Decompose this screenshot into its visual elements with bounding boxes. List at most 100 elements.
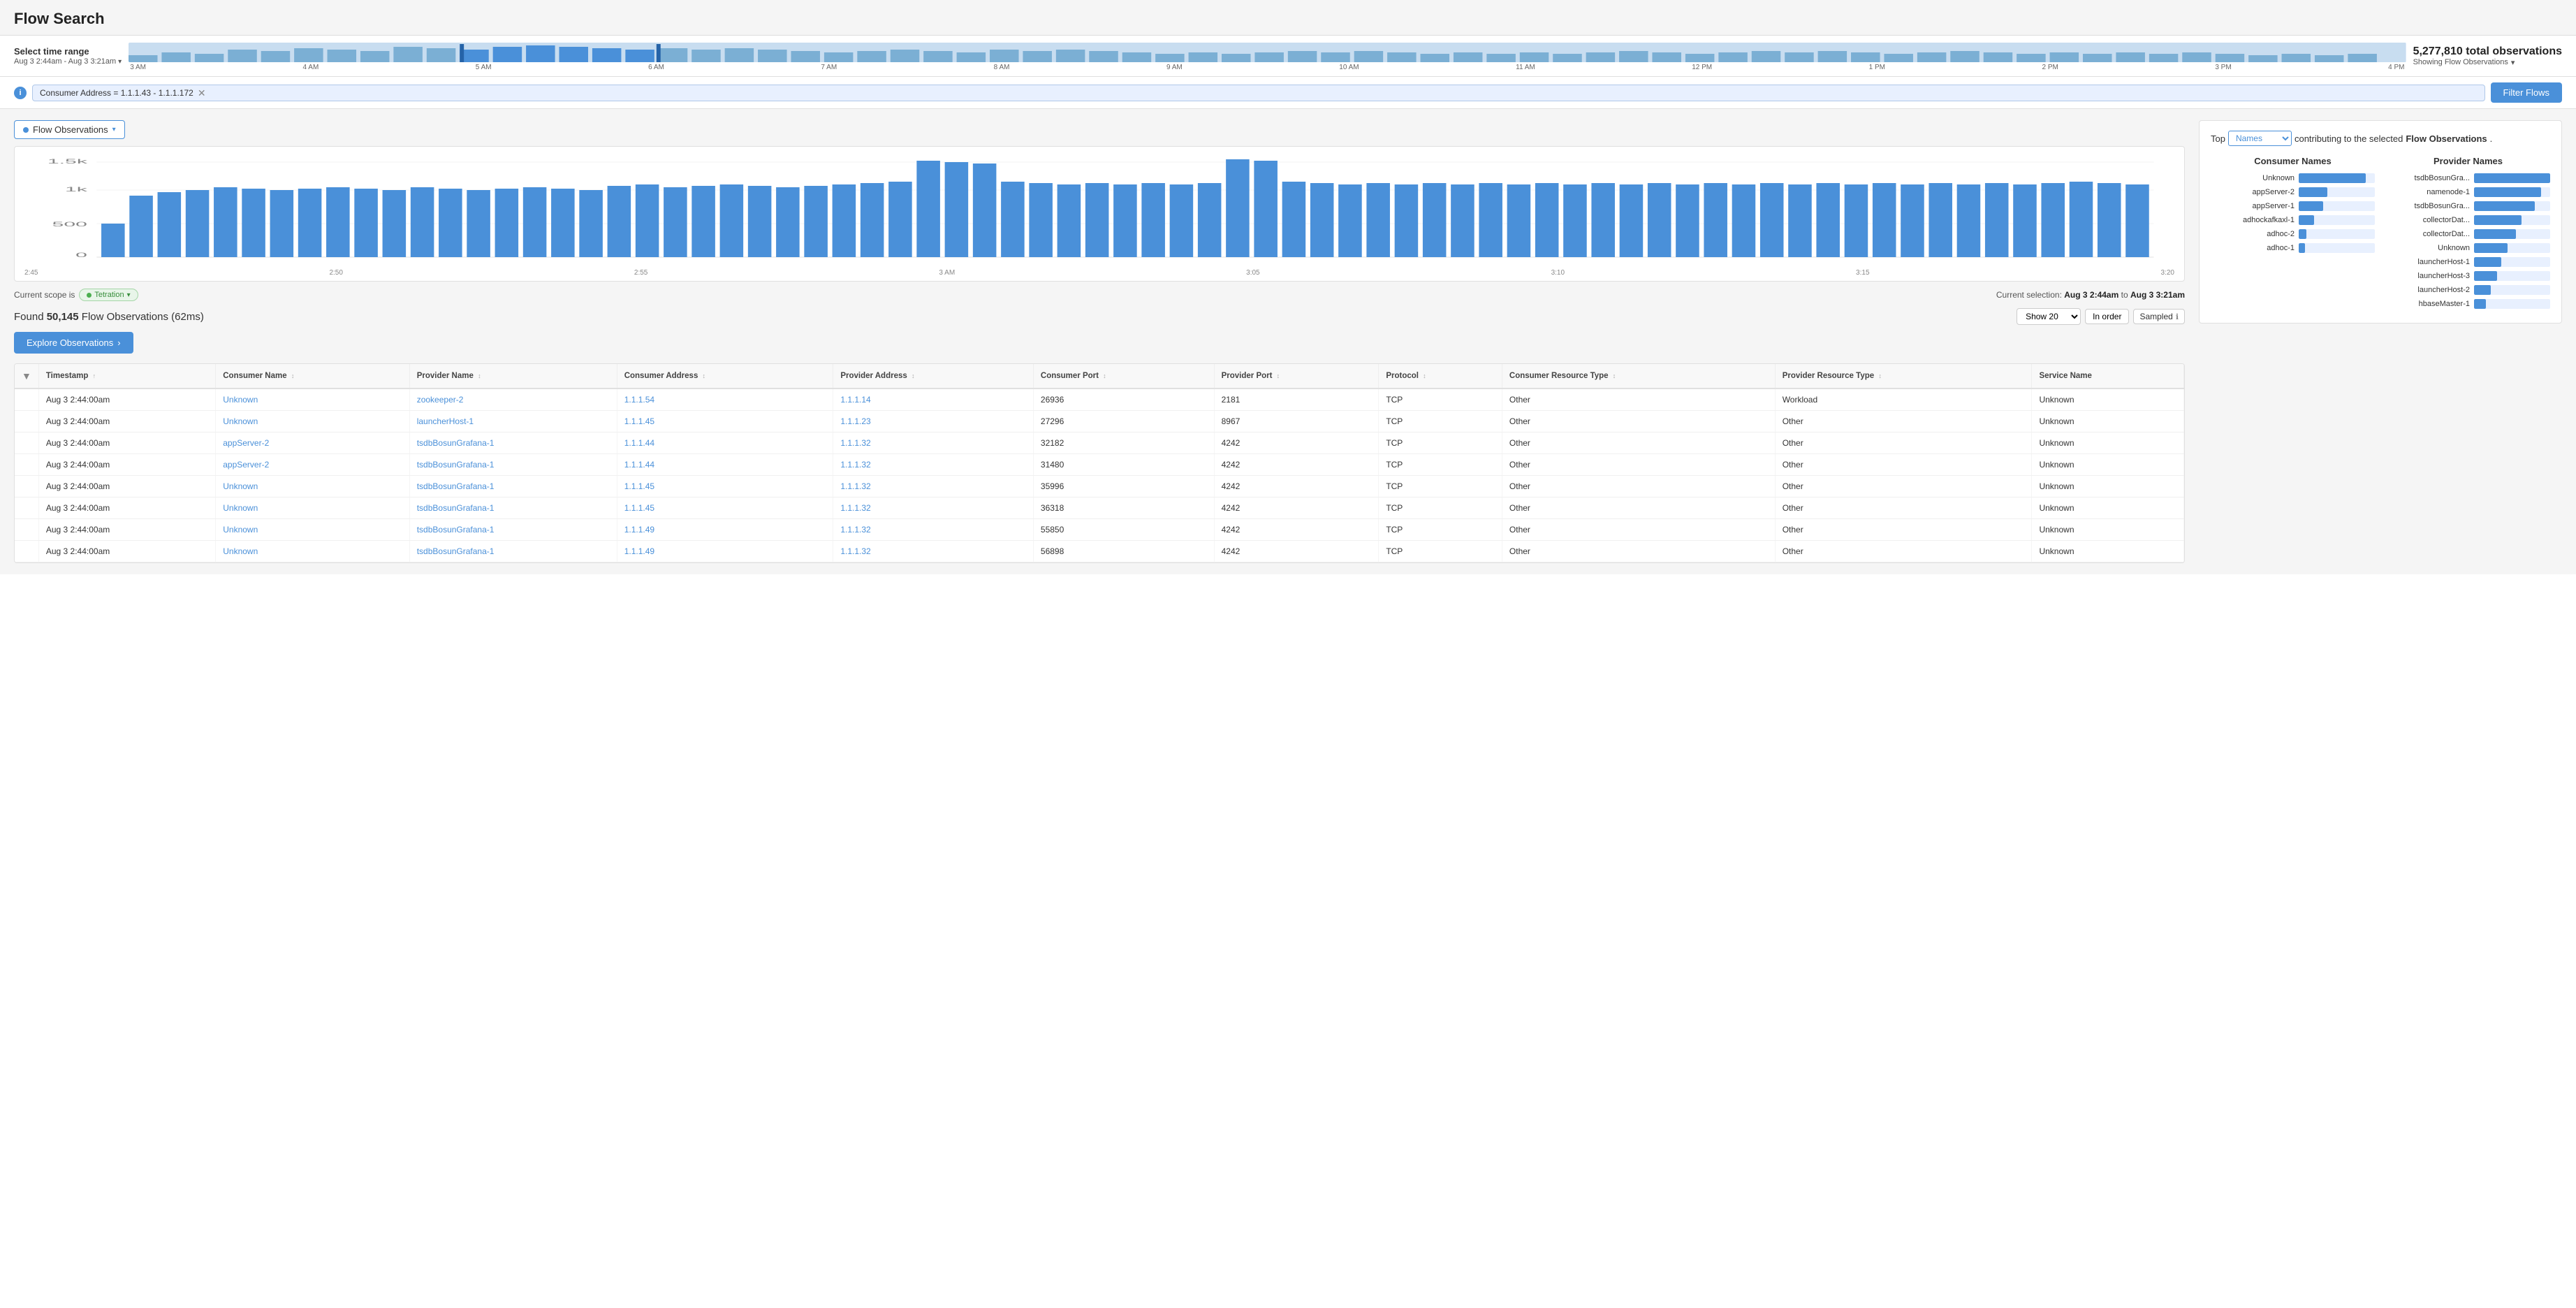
provider-address-cell[interactable]: 1.1.1.32: [833, 433, 1034, 454]
protocol-cell: TCP: [1379, 454, 1502, 476]
col-timestamp[interactable]: Timestamp ↑: [38, 364, 215, 388]
timestamp-cell: Aug 3 2:44:00am: [38, 433, 215, 454]
col-provider-address[interactable]: Provider Address ↕: [833, 364, 1034, 388]
provider-names-col: Provider Names tsdbBosunGra... namenode-…: [2386, 156, 2550, 313]
provider-name-cell[interactable]: launcherHost-1: [409, 411, 617, 433]
col-consumer-port[interactable]: Consumer Port ↕: [1033, 364, 1214, 388]
provider-address-cell[interactable]: 1.1.1.14: [833, 388, 1034, 411]
consumer-address-cell[interactable]: 1.1.1.45: [617, 411, 833, 433]
consumer-address-cell[interactable]: 1.1.1.54: [617, 388, 833, 411]
provider-address-cell[interactable]: 1.1.1.32: [833, 476, 1034, 497]
consumer-bar-row: adhockafkaxl-1: [2211, 215, 2375, 225]
xlabel-255: 2:55: [634, 269, 647, 277]
consumer-resource-type-cell: Other: [1502, 541, 1775, 562]
table-filter-icon[interactable]: ▼: [22, 370, 31, 382]
col-provider-resource-type[interactable]: Provider Resource Type ↕: [1775, 364, 2032, 388]
consumer-bar-row: adhoc-1: [2211, 243, 2375, 253]
total-obs-count: 5,277,810 total observations: [2413, 45, 2562, 58]
consumer-name-cell[interactable]: Unknown: [216, 388, 409, 411]
consumer-name-cell[interactable]: Unknown: [216, 541, 409, 562]
provider-bar-fill: [2474, 173, 2550, 183]
provider-address-cell[interactable]: 1.1.1.32: [833, 519, 1034, 541]
provider-name-cell[interactable]: tsdbBosunGrafana-1: [409, 454, 617, 476]
time-range-chart-area[interactable]: 3 AM 4 AM 5 AM 6 AM 7 AM 8 AM 9 AM 10 AM…: [129, 43, 2406, 69]
top-names-select[interactable]: Names Addresses Ports: [2228, 131, 2292, 146]
consumer-address-cell[interactable]: 1.1.1.49: [617, 541, 833, 562]
consumer-address-cell[interactable]: 1.1.1.45: [617, 476, 833, 497]
right-panel: Top Names Addresses Ports contributing t…: [2199, 120, 2562, 563]
time-range-arrow[interactable]: ▾: [118, 58, 122, 66]
found-controls: Show 20 Show 50 Show 100 In order Sample…: [2017, 308, 2185, 325]
provider-name-cell[interactable]: tsdbBosunGrafana-1: [409, 519, 617, 541]
consumer-bar-track: [2299, 173, 2375, 183]
filter-text: Consumer Address = 1.1.1.43 - 1.1.1.172: [40, 88, 193, 98]
consumer-address-cell[interactable]: 1.1.1.44: [617, 454, 833, 476]
consumer-name-cell[interactable]: Unknown: [216, 476, 409, 497]
provider-bar-track: [2474, 299, 2550, 309]
provider-resource-type-cell: Other: [1775, 433, 2032, 454]
filter-pill: Consumer Address = 1.1.1.43 - 1.1.1.172 …: [32, 85, 2485, 101]
provider-port-cell: 4242: [1214, 476, 1379, 497]
protocol-cell: TCP: [1379, 388, 1502, 411]
flow-obs-arrow: ▾: [112, 126, 116, 133]
timestamp-cell: Aug 3 2:44:00am: [38, 454, 215, 476]
flow-observations-dropdown[interactable]: Flow Observations ▾: [14, 120, 125, 139]
scope-badge-dot: [87, 293, 92, 298]
col-protocol[interactable]: Protocol ↕: [1379, 364, 1502, 388]
provider-name-cell[interactable]: tsdbBosunGrafana-1: [409, 476, 617, 497]
tick-5am: 5 AM: [476, 64, 492, 71]
consumer-bar-row: Unknown: [2211, 173, 2375, 183]
consumer-name-cell[interactable]: appServer-2: [216, 454, 409, 476]
provider-bar-track: [2474, 257, 2550, 267]
showing-obs-label[interactable]: Showing Flow Observations ▾: [2413, 58, 2562, 67]
consumer-name-cell[interactable]: Unknown: [216, 411, 409, 433]
col-consumer-address[interactable]: Consumer Address ↕: [617, 364, 833, 388]
service-name-cell: Unknown: [2032, 497, 2184, 519]
xlabel-310: 3:10: [1551, 269, 1565, 277]
provider-bar-label: tsdbBosunGra...: [2386, 174, 2470, 182]
scope-badge-arrow: ▾: [127, 291, 131, 299]
service-name-cell: Unknown: [2032, 541, 2184, 562]
consumer-address-cell[interactable]: 1.1.1.49: [617, 519, 833, 541]
col-provider-name[interactable]: Provider Name ↕: [409, 364, 617, 388]
xlabel-320: 3:20: [2161, 269, 2174, 277]
provider-bar-track: [2474, 215, 2550, 225]
consumer-address-cell[interactable]: 1.1.1.44: [617, 433, 833, 454]
consumer-port-cell: 55850: [1033, 519, 1214, 541]
consumer-address-cell[interactable]: 1.1.1.45: [617, 497, 833, 519]
consumer-port-cell: 36318: [1033, 497, 1214, 519]
col-filter: ▼: [15, 364, 38, 388]
explore-observations-button[interactable]: Explore Observations ›: [14, 332, 133, 354]
consumer-resource-type-cell: Other: [1502, 433, 1775, 454]
consumer-name-cell[interactable]: appServer-2: [216, 433, 409, 454]
consumer-name-cell[interactable]: Unknown: [216, 519, 409, 541]
filter-close-icon[interactable]: ✕: [198, 88, 206, 98]
consumer-name-cell[interactable]: Unknown: [216, 497, 409, 519]
col-service-name[interactable]: Service Name: [2032, 364, 2184, 388]
provider-address-cell[interactable]: 1.1.1.32: [833, 497, 1034, 519]
provider-name-cell[interactable]: tsdbBosunGrafana-1: [409, 541, 617, 562]
time-range-svg: [129, 43, 2406, 62]
in-order-button[interactable]: In order: [2085, 309, 2129, 324]
filter-flows-button[interactable]: Filter Flows: [2491, 82, 2562, 103]
xlabel-3am: 3 AM: [939, 269, 955, 277]
provider-name-cell[interactable]: zookeeper-2: [409, 388, 617, 411]
provider-address-cell[interactable]: 1.1.1.32: [833, 541, 1034, 562]
col-provider-port[interactable]: Provider Port ↕: [1214, 364, 1379, 388]
filter-row: i Consumer Address = 1.1.1.43 - 1.1.1.17…: [0, 77, 2576, 109]
provider-address-cell[interactable]: 1.1.1.23: [833, 411, 1034, 433]
show-select[interactable]: Show 20 Show 50 Show 100: [2017, 308, 2081, 325]
found-row: Found 50,145 Flow Observations (62ms) Sh…: [14, 308, 2185, 325]
col-consumer-name[interactable]: Consumer Name ↕: [216, 364, 409, 388]
provider-name-cell[interactable]: tsdbBosunGrafana-1: [409, 497, 617, 519]
provider-bar-track: [2474, 187, 2550, 197]
provider-name-cell[interactable]: tsdbBosunGrafana-1: [409, 433, 617, 454]
found-count: 50,145: [47, 311, 79, 323]
provider-bar-row: tsdbBosunGra...: [2386, 201, 2550, 211]
tick-10am: 10 AM: [1339, 64, 1359, 71]
svg-text:0: 0: [75, 252, 87, 259]
provider-address-cell[interactable]: 1.1.1.32: [833, 454, 1034, 476]
time-range-label: Select time range: [14, 46, 122, 57]
scope-badge[interactable]: Tetration ▾: [79, 289, 138, 301]
col-consumer-resource-type[interactable]: Consumer Resource Type ↕: [1502, 364, 1775, 388]
